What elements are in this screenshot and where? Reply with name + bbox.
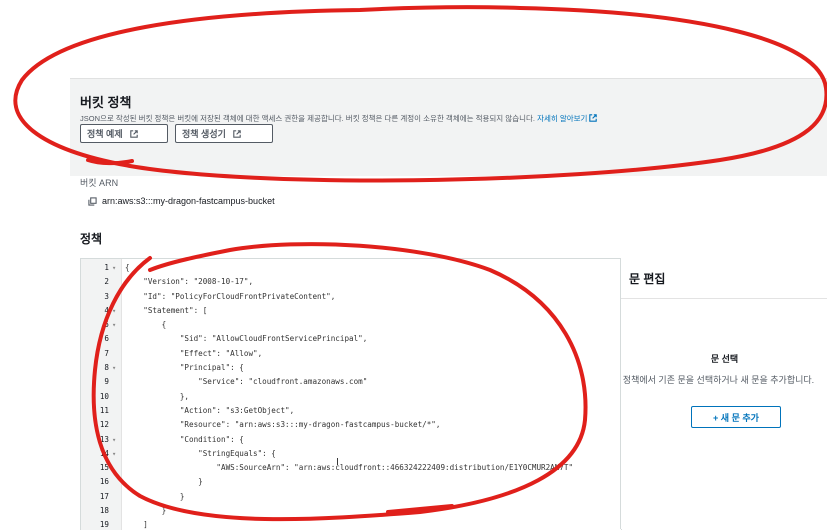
bucket-arn-label: 버킷 ARN (80, 178, 119, 188)
line-number: 16 (99, 477, 109, 487)
line-number: 9 (104, 377, 109, 387)
code-text: "AWS:SourceArn": "arn:aws:cloudfront::46… (125, 463, 574, 473)
line-number: 1 (104, 263, 109, 272)
line-number: 3 (104, 291, 109, 301)
fold-toggle-icon[interactable]: ▾ (112, 447, 116, 461)
policy-examples-label: 정책 예제 (87, 129, 123, 139)
fold-toggle-icon[interactable]: ▾ (112, 318, 116, 332)
line-number: 6 (104, 334, 109, 344)
code-text: } (125, 477, 203, 487)
code-text: "Effect": "Allow", (125, 348, 263, 358)
bucket-arn: arn:aws:s3:::my-dragon-fastcampus-bucket (88, 196, 275, 206)
line-number: 12 (99, 420, 109, 430)
code-text: }, (125, 391, 190, 401)
description-text: JSON으로 작성된 버킷 정책은 버킷에 저장된 객체에 대한 액세스 권한을… (80, 114, 535, 123)
code-text: "Principal": { (125, 363, 244, 373)
code-line[interactable]: 11 "Action": "s3:GetObject", (81, 404, 621, 418)
code-line[interactable]: 16 } (81, 475, 621, 489)
code-line[interactable]: 12 "Resource": "arn:aws:s3:::my-dragon-f… (81, 418, 621, 432)
line-number: 2 (104, 277, 109, 287)
fold-toggle-icon[interactable]: ▾ (112, 433, 116, 447)
fold-toggle-icon[interactable]: ▾ (112, 261, 116, 275)
code-line[interactable]: 13 ▾ "Condition": { (81, 433, 621, 447)
line-number: 5 (104, 320, 109, 330)
code-lines[interactable]: 1 ▾{2 "Version": "2008-10-17", 3 "Id": "Po… (81, 261, 621, 530)
policy-examples-button[interactable]: 정책 예제 (80, 124, 168, 143)
bucket-policy-title: 버킷 정책 (80, 95, 132, 110)
code-text: "Resource": "arn:aws:s3:::my-dragon-fast… (125, 420, 441, 430)
statement-editor-panel: 문 편집 문 선택 정책에서 기존 문을 선택하거나 새 문을 추가합니다. +… (620, 258, 827, 529)
line-number: 11 (99, 405, 109, 415)
line-number: 15 (99, 463, 109, 473)
external-link-icon (233, 129, 241, 138)
select-statement-heading: 문 선택 (710, 354, 739, 364)
policy-generator-label: 정책 생성기 (182, 129, 226, 139)
external-link-icon (589, 114, 598, 122)
line-number: 13 (99, 434, 109, 444)
line-number: 4 (104, 305, 109, 315)
code-text: "Version": "2008-10-17", (125, 277, 254, 287)
code-line[interactable]: 10 }, (81, 390, 621, 404)
policy-code-editor[interactable]: 1 ▾{2 "Version": "2008-10-17", 3 "Id": "Po… (80, 258, 622, 530)
divider (621, 298, 827, 299)
code-line[interactable]: 4 ▾ "Statement": [ (81, 304, 621, 318)
code-line[interactable]: 18 } (81, 504, 621, 518)
code-line[interactable]: 14 ▾ "StringEquals": { (81, 447, 621, 461)
code-text: { (125, 320, 167, 330)
code-line[interactable]: 15 "AWS:SourceArn": "arn:aws:cloudfront:… (81, 461, 621, 475)
line-number: 8 (104, 363, 109, 373)
text-cursor-icon: I (336, 457, 339, 468)
code-text: } (125, 491, 185, 501)
fold-toggle-icon[interactable]: ▾ (112, 361, 116, 375)
code-text: "Condition": { (125, 434, 244, 444)
bucket-arn-value: arn:aws:s3:::my-dragon-fastcampus-bucket (102, 196, 275, 206)
code-text: ] (125, 520, 148, 530)
code-line[interactable]: 7 "Effect": "Allow", (81, 347, 621, 361)
fold-toggle-icon[interactable]: ▾ (112, 304, 116, 318)
code-text: "Action": "s3:GetObject", (125, 405, 295, 415)
code-line[interactable]: 9 "Service": "cloudfront.amazonaws.com" (81, 375, 621, 389)
policy-label: 정책 (80, 232, 103, 246)
code-line[interactable]: 8 ▾ "Principal": { (81, 361, 621, 375)
policy-generator-button[interactable]: 정책 생성기 (175, 124, 273, 143)
copy-icon[interactable] (88, 196, 97, 206)
code-text: "StringEquals": { (125, 448, 276, 458)
line-number: 10 (99, 391, 109, 401)
code-text: "Statement": [ (125, 305, 208, 315)
code-text: "Service": "cloudfront.amazonaws.com" (125, 377, 368, 387)
line-number: 19 (99, 520, 109, 530)
select-statement-description: 정책에서 기존 문을 선택하거나 새 문을 추가합니다. (622, 375, 815, 385)
code-line[interactable]: 3 "Id": "PolicyForCloudFrontPrivateConte… (81, 290, 621, 304)
code-line[interactable]: 2 "Version": "2008-10-17", (81, 275, 621, 289)
add-new-statement-button[interactable]: + 새 문 추가 (691, 406, 781, 428)
code-line[interactable]: 19 ] (81, 518, 621, 530)
statement-editor-title: 문 편집 (629, 272, 666, 286)
bucket-policy-description: JSON으로 작성된 버킷 정책은 버킷에 저장된 객체에 대한 액세스 권한을… (80, 113, 598, 124)
code-line[interactable]: 5 ▾ { (81, 318, 621, 332)
line-number: 7 (104, 348, 109, 358)
line-number: 18 (99, 506, 109, 516)
line-number: 14 (99, 448, 109, 458)
line-number: 17 (99, 491, 109, 501)
code-text: "Sid": "AllowCloudFrontServicePrincipal"… (125, 334, 368, 344)
code-text: { (125, 263, 130, 272)
learn-more-link[interactable]: 자세히 알아보기 (537, 114, 598, 123)
code-line[interactable]: 17 } (81, 490, 621, 504)
code-line[interactable]: 1 ▾ { (81, 261, 621, 275)
external-link-icon (129, 129, 138, 138)
code-text: } (125, 506, 167, 516)
code-text: "Id": "PolicyForCloudFrontPrivateContent… (125, 291, 336, 301)
code-line[interactable]: 6 "Sid": "AllowCloudFrontServicePrincipa… (81, 332, 621, 346)
